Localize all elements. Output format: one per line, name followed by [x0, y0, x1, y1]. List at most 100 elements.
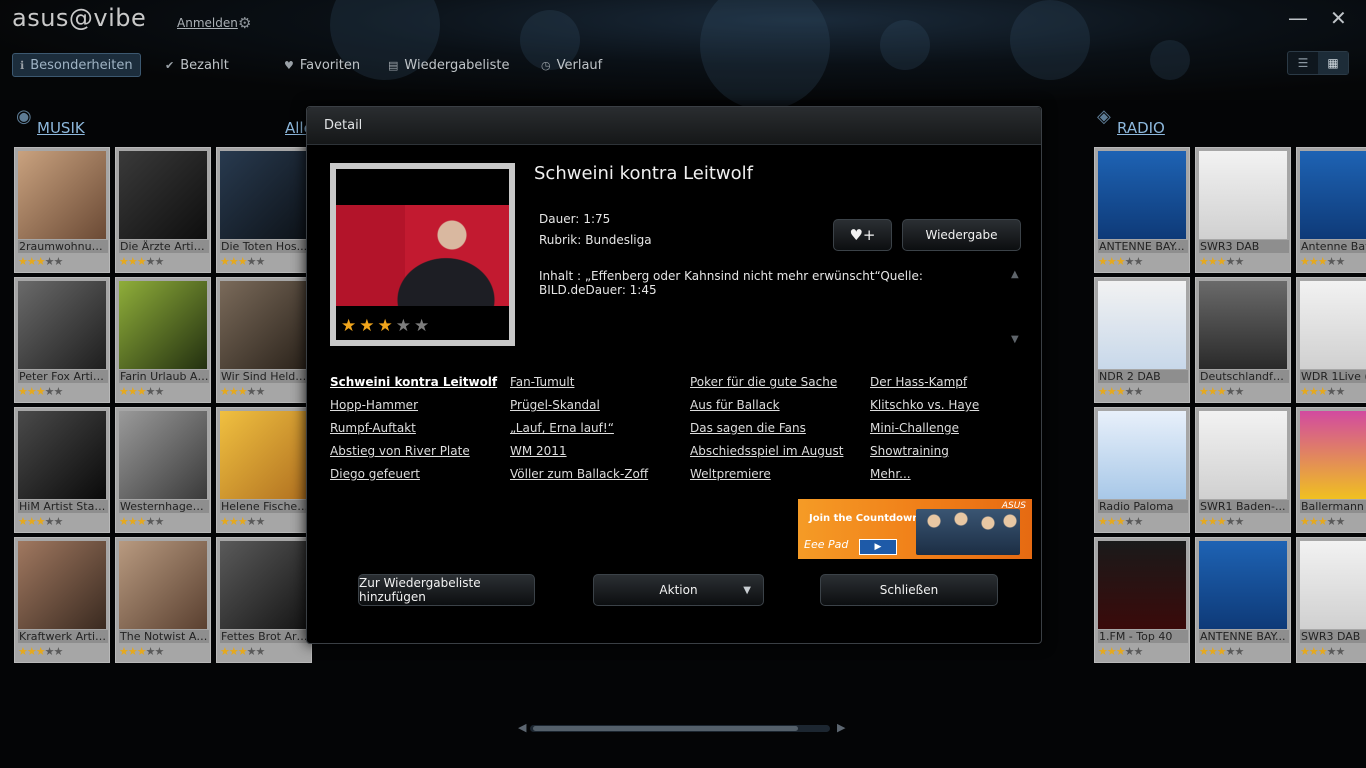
- related-link[interactable]: Abschiedsspiel im August: [690, 444, 843, 458]
- tile-rating: ★★★★★: [18, 515, 63, 528]
- tile[interactable]: 2raumwohnun... ★★★★★: [14, 147, 110, 273]
- check-icon: ✔: [165, 58, 175, 72]
- tile[interactable]: Farin Urlaub Ar... ★★★★★: [115, 277, 211, 403]
- related-link[interactable]: „Lauf, Erna lauf!“: [510, 421, 614, 435]
- video-photo: [336, 205, 509, 306]
- section-musik-link[interactable]: MUSIK: [37, 119, 85, 137]
- login-link[interactable]: Anmelden: [177, 16, 238, 30]
- tab-label: Favoriten: [299, 57, 361, 73]
- related-link[interactable]: Diego gefeuert: [330, 467, 420, 481]
- grid-view-icon[interactable]: ▦: [1318, 52, 1348, 74]
- list-view-icon[interactable]: ☰: [1288, 52, 1318, 74]
- tile[interactable]: Helene Fischer... ★★★★★: [216, 407, 312, 533]
- ad-play-icon[interactable]: ▶: [859, 539, 897, 555]
- related-link[interactable]: Abstieg von River Plate: [330, 444, 470, 458]
- tile[interactable]: WDR 1Live (... ★★★★★: [1296, 277, 1366, 403]
- star-icon[interactable]: ★: [396, 316, 414, 336]
- tab-label: Bezahlt: [180, 57, 229, 73]
- tile[interactable]: Radio Paloma ★★★★★: [1094, 407, 1190, 533]
- star-icon[interactable]: ★: [359, 316, 377, 336]
- tile[interactable]: Westernhagen... ★★★★★: [115, 407, 211, 533]
- close-dialog-button[interactable]: Schließen: [820, 574, 998, 606]
- related-link[interactable]: Das sagen die Fans: [690, 421, 806, 435]
- tile[interactable]: Die Toten Hos... ★★★★★: [216, 147, 312, 273]
- tile-caption: SWR3 DAB: [1199, 240, 1289, 253]
- related-link[interactable]: WM 2011: [510, 444, 567, 458]
- tile-caption: WDR 1Live (...: [1300, 370, 1366, 383]
- tile[interactable]: ANTENNE BAY... ★★★★★: [1094, 147, 1190, 273]
- action-dropdown[interactable]: Aktion ▼: [593, 574, 764, 606]
- add-favorite-button[interactable]: ♥+: [833, 219, 892, 251]
- tile[interactable]: Fettes Brot Arti... ★★★★★: [216, 537, 312, 663]
- star-icon[interactable]: ★: [341, 316, 359, 336]
- tile[interactable]: SWR3 DAB ★★★★★: [1296, 537, 1366, 663]
- related-link[interactable]: Der Hass-Kampf: [870, 375, 967, 389]
- tile[interactable]: The Notwist Ar... ★★★★★: [115, 537, 211, 663]
- tile[interactable]: SWR1 Baden-... ★★★★★: [1195, 407, 1291, 533]
- tile[interactable]: Antenne Bay... ★★★★★: [1296, 147, 1366, 273]
- tile-caption: Radio Paloma: [1098, 500, 1188, 513]
- related-link[interactable]: Aus für Ballack: [690, 398, 780, 412]
- related-link[interactable]: Poker für die gute Sache: [690, 375, 837, 389]
- related-link[interactable]: Mini-Challenge: [870, 421, 959, 435]
- tile-image: [1300, 281, 1366, 369]
- related-link[interactable]: Schweini kontra Leitwolf: [330, 375, 497, 389]
- add-to-playlist-button[interactable]: Zur Wiedergabeliste hinzufügen: [358, 574, 535, 606]
- tile-image: [1098, 541, 1186, 629]
- star-icon[interactable]: ★: [378, 316, 396, 336]
- tile-image: [220, 411, 308, 499]
- tab-besonderheiten[interactable]: ℹ Besonderheiten: [12, 53, 141, 77]
- tile-image: [18, 151, 106, 239]
- tile-rating: ★★★★★: [220, 515, 265, 528]
- scroll-right-icon[interactable]: ▶: [837, 721, 845, 734]
- tile[interactable]: Deutschlandfu... ★★★★★: [1195, 277, 1291, 403]
- tile-image: [119, 281, 207, 369]
- tile[interactable]: HiM Artist Stati... ★★★★★: [14, 407, 110, 533]
- category-value: Bundesliga: [585, 233, 652, 247]
- scroll-left-icon[interactable]: ◀: [518, 721, 526, 734]
- tab-favoriten[interactable]: ♥ Favoriten: [284, 53, 360, 77]
- tile-image: [1098, 281, 1186, 369]
- ad-image: [916, 509, 1020, 555]
- scroll-down-icon[interactable]: ▼: [1011, 334, 1019, 345]
- scroll-up-icon[interactable]: ▲: [1011, 269, 1019, 280]
- tab-label: Besonderheiten: [30, 57, 133, 73]
- video-thumbnail[interactable]: ★★★★★: [330, 163, 515, 346]
- related-link[interactable]: Völler zum Ballack-Zoff: [510, 467, 648, 481]
- related-link[interactable]: Fan-Tumult: [510, 375, 574, 389]
- tile[interactable]: Ballermann R... ★★★★★: [1296, 407, 1366, 533]
- tab-wiedergabeliste[interactable]: ▤ Wiedergabeliste: [388, 53, 510, 77]
- tile[interactable]: Wir Sind Helde... ★★★★★: [216, 277, 312, 403]
- related-link[interactable]: Prügel-Skandal: [510, 398, 600, 412]
- tile[interactable]: 1.FM - Top 40 ★★★★★: [1094, 537, 1190, 663]
- tile-image: [1300, 151, 1366, 239]
- play-button[interactable]: Wiedergabe: [902, 219, 1021, 251]
- section-radio-link[interactable]: RADIO: [1117, 119, 1165, 137]
- tab-bezahlt[interactable]: ✔ Bezahlt: [165, 53, 229, 77]
- tile-caption: Die Toten Hos...: [220, 240, 310, 253]
- rating-stars[interactable]: ★★★★★: [341, 316, 432, 336]
- related-link[interactable]: Hopp-Hammer: [330, 398, 418, 412]
- gear-icon[interactable]: ⚙: [238, 14, 251, 32]
- related-link[interactable]: Showtraining: [870, 444, 949, 458]
- tile[interactable]: Die Ärzte Artist... ★★★★★: [115, 147, 211, 273]
- tile[interactable]: SWR3 DAB ★★★★★: [1195, 147, 1291, 273]
- tile-image: [1300, 541, 1366, 629]
- related-link[interactable]: Rumpf-Auftakt: [330, 421, 416, 435]
- ad-banner[interactable]: ASUS Join the Countdown Eee Pad ▶: [798, 499, 1032, 559]
- minimize-button[interactable]: —: [1288, 6, 1308, 30]
- horizontal-scrollbar[interactable]: [530, 725, 830, 732]
- star-icon[interactable]: ★: [414, 316, 432, 336]
- close-window-button[interactable]: ✕: [1330, 6, 1347, 30]
- related-link[interactable]: Mehr...: [870, 467, 911, 481]
- tab-verlauf[interactable]: ◷ Verlauf: [541, 53, 602, 77]
- related-link[interactable]: Klitschko vs. Haye: [870, 398, 979, 412]
- clock-icon: ◷: [541, 58, 551, 72]
- tile[interactable]: NDR 2 DAB ★★★★★: [1094, 277, 1190, 403]
- tile[interactable]: Peter Fox Artist... ★★★★★: [14, 277, 110, 403]
- tile[interactable]: ANTENNE BAY... ★★★★★: [1195, 537, 1291, 663]
- tile[interactable]: Kraftwerk Artis... ★★★★★: [14, 537, 110, 663]
- related-link[interactable]: Weltpremiere: [690, 467, 771, 481]
- tile-image: [119, 541, 207, 629]
- tile-caption: SWR1 Baden-...: [1199, 500, 1289, 513]
